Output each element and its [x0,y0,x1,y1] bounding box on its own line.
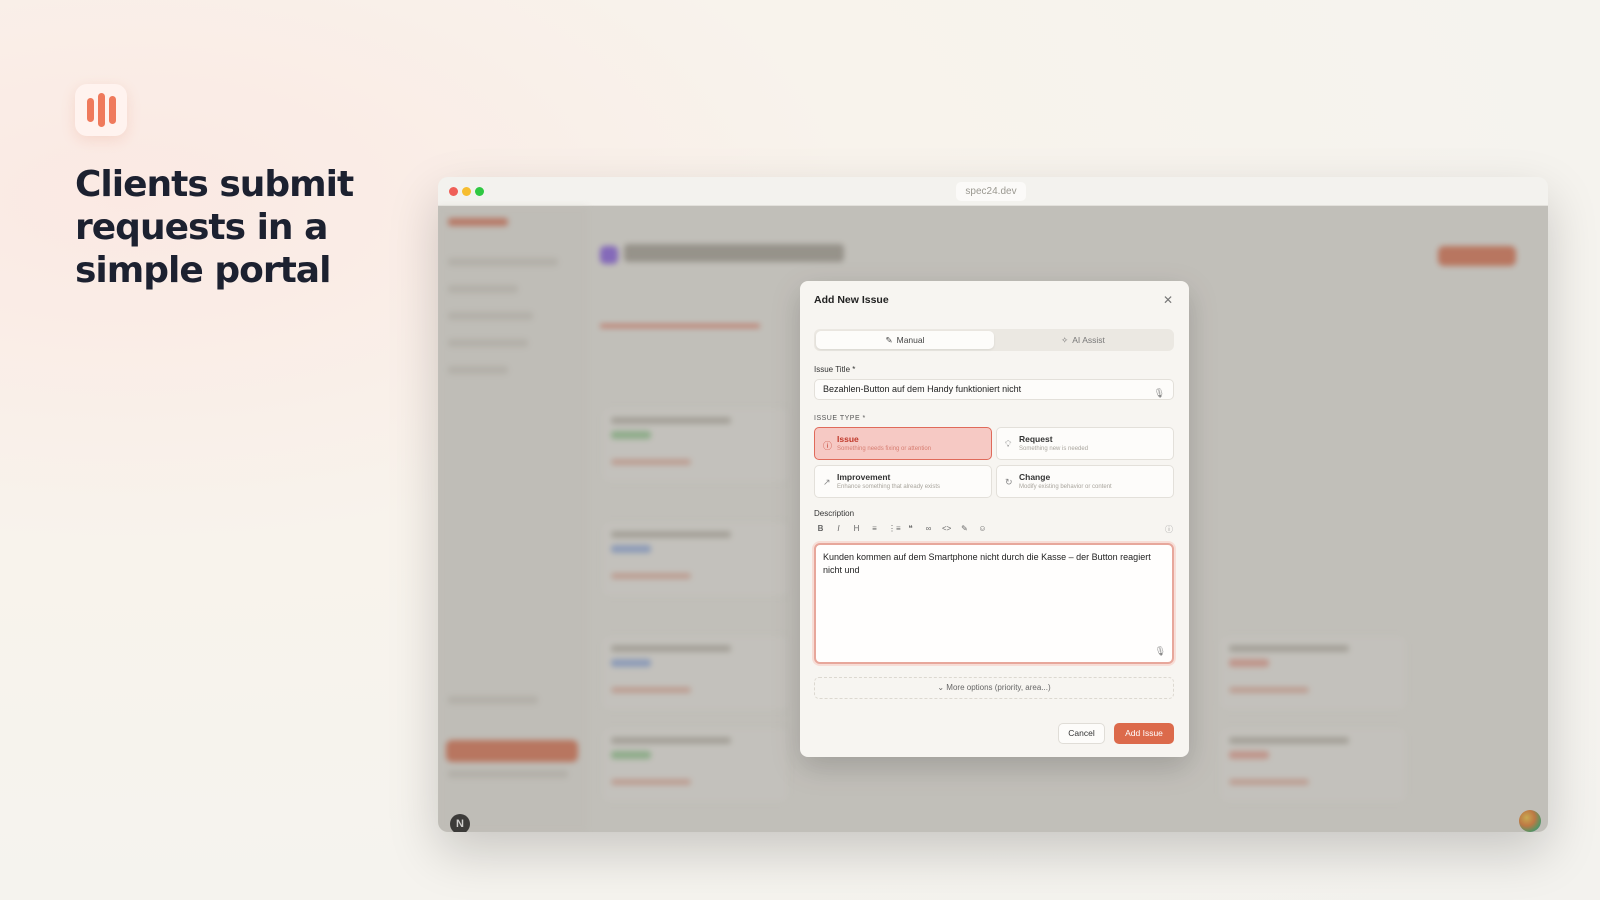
issue-title-input[interactable]: Bezahlen-Button auf dem Handy funktionie… [814,379,1174,400]
description-textarea[interactable]: Kunden kommen auf dem Smartphone nicht d… [814,543,1174,664]
code-icon[interactable]: <> [942,524,951,536]
minimize-window-button[interactable] [462,187,471,196]
close-icon[interactable]: ✕ [1163,293,1173,307]
type-option-name: Issue [837,434,859,444]
description-value: Kunden kommen auf dem Smartphone nicht d… [823,552,1151,575]
bullet-list-icon[interactable]: ≡ [870,524,879,536]
lightbulb-icon: 💡︎ [1005,439,1012,449]
browser-titlebar: spec24.dev [438,177,1548,206]
more-options-toggle[interactable]: ⌄ More options (priority, area...) [814,677,1174,699]
logo-bar [97,93,105,127]
issue-title-value: Bezahlen-Button auf dem Handy funktionie… [823,384,1022,394]
logo-bar [108,96,116,124]
chevron-down-icon: ⌄ [937,683,945,692]
description-label: Description [814,509,855,518]
add-issue-modal: Add New Issue ✕ ✎ Manual ✧ AI Assist Iss… [800,281,1189,757]
pencil-icon: ✎ [885,334,893,345]
microphone-icon[interactable]: 🎙 [1155,645,1166,658]
modal-title: Add New Issue [814,294,889,306]
italic-icon[interactable]: I [834,524,843,536]
url-bar[interactable]: spec24.dev [956,182,1026,201]
type-option-desc: Modify existing behavior or content [1019,484,1112,490]
issue-title-label: Issue Title * [814,365,856,374]
tab-ai-assist[interactable]: ✧ AI Assist [994,331,1172,349]
type-option-request[interactable]: 💡︎ Request Something new is needed [996,427,1174,460]
type-option-improvement[interactable]: ↗ Improvement Enhance something that alr… [814,465,992,498]
tab-ai-assist-label: AI Assist [1072,335,1105,345]
type-option-name: Change [1019,472,1051,482]
refresh-icon: ↻ [1005,477,1013,487]
sparkle-icon: ✧ [1061,334,1069,345]
trending-up-icon: ↗ [823,477,831,487]
type-option-desc: Something needs fixing or attention [837,446,932,452]
add-issue-button[interactable]: Add Issue [1114,723,1174,744]
hero-headline: Clients submit requests in a simple port… [75,164,354,291]
more-options-label: More options (priority, area...) [946,683,1051,692]
link-icon[interactable]: ∞ [924,524,933,536]
maximize-window-button[interactable] [475,187,484,196]
editor-toolbar: B I H ≡ ⋮≡ ❝ ∞ <> ✎ ☺ [816,524,1174,536]
cancel-button[interactable]: Cancel [1058,723,1105,744]
microphone-icon[interactable]: 🎙 [1154,384,1165,403]
close-window-button[interactable] [449,187,458,196]
issue-type-label: ISSUE TYPE * [814,415,866,422]
type-option-desc: Something new is needed [1019,446,1089,452]
logo-bar [86,98,94,122]
alert-circle-icon: ⓘ [823,441,833,451]
type-option-issue[interactable]: ⓘ Issue Something needs fixing or attent… [814,427,992,460]
highlight-icon[interactable]: ✎ [960,524,969,536]
mode-switch: ✎ Manual ✧ AI Assist [814,329,1174,351]
type-option-change[interactable]: ↻ Change Modify existing behavior or con… [996,465,1174,498]
bold-icon[interactable]: B [816,524,825,536]
tab-manual[interactable]: ✎ Manual [816,331,994,349]
type-option-name: Improvement [837,472,891,482]
type-option-desc: Enhance something that already exists [837,484,941,490]
type-option-name: Request [1019,434,1053,444]
heading-icon[interactable]: H [852,524,861,536]
numbered-list-icon[interactable]: ⋮≡ [888,524,901,536]
info-icon[interactable]: ⓘ [1165,524,1173,535]
tab-manual-label: Manual [896,335,925,345]
emoji-icon[interactable]: ☺ [978,524,987,536]
quote-icon[interactable]: ❝ [906,524,915,536]
app-logo [75,84,127,136]
